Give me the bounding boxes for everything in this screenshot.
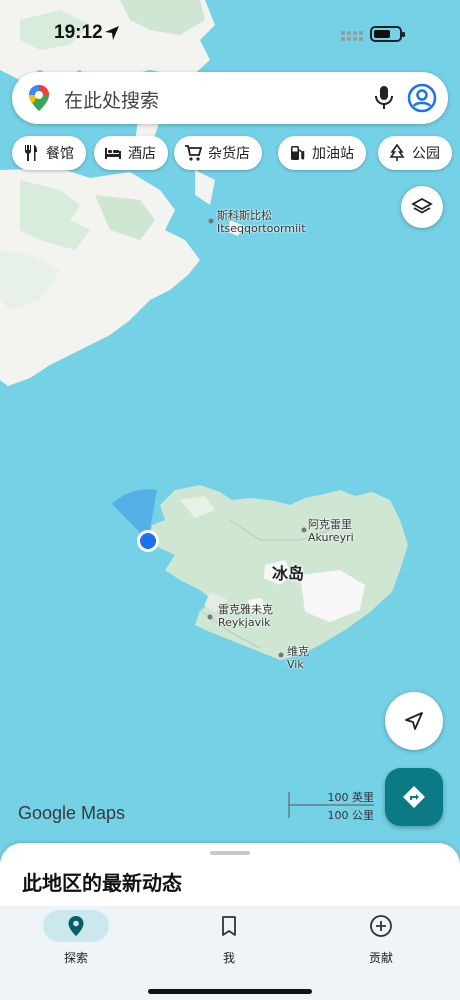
- fork-knife-icon: [25, 145, 37, 161]
- scale-bar: 100 英里 100 公里: [288, 788, 378, 822]
- chip-label: 酒店: [128, 146, 156, 162]
- directions-icon: [403, 786, 425, 808]
- scale-miles: 100 英里: [327, 791, 375, 804]
- category-chips: 餐馆 酒店 杂货店 加油站 公园: [12, 136, 460, 170]
- label-cn: 斯科斯比松: [217, 209, 272, 222]
- chip-label: 餐馆: [46, 146, 74, 162]
- navigate-button[interactable]: [385, 692, 443, 750]
- layers-button[interactable]: [401, 186, 443, 228]
- gas-station-icon: [291, 146, 305, 160]
- bottom-navigation: 探索 我 贡献: [0, 906, 460, 1000]
- chip-label: 加油站: [312, 146, 354, 162]
- search-bar[interactable]: 在此处搜索: [12, 72, 448, 124]
- status-time: 19:12: [54, 22, 103, 43]
- bed-icon: [105, 148, 121, 159]
- directions-button[interactable]: [385, 768, 443, 826]
- tab-explore[interactable]: 探索: [10, 906, 130, 976]
- home-indicator[interactable]: [148, 989, 312, 994]
- tab-icon-holder: [196, 910, 262, 942]
- tree-icon: [389, 144, 405, 161]
- location-pin-icon: [68, 916, 84, 936]
- search-input[interactable]: 在此处搜索: [64, 86, 159, 113]
- add-circle-icon: [370, 915, 392, 937]
- tab-active-indicator: [43, 910, 109, 942]
- sheet-drag-handle[interactable]: [210, 851, 250, 855]
- tab-icon-holder: [348, 910, 414, 942]
- tab-label: 探索: [63, 951, 88, 965]
- tab-label: 我: [222, 951, 235, 965]
- google-maps-watermark: Google Maps: [18, 803, 126, 823]
- bookmark-icon: [222, 916, 236, 936]
- sheet-title: 此地区的最新动态: [22, 871, 182, 895]
- label-en: Itseqqortoormiit: [217, 222, 306, 235]
- tab-label: 贡献: [368, 951, 393, 965]
- label-en: Reykjavik: [218, 616, 271, 629]
- scale-km: 100 公里: [327, 809, 375, 822]
- label-cn: 阿克雷里: [308, 518, 352, 531]
- label-en: Vik: [287, 658, 304, 671]
- map-label-iceland[interactable]: 冰岛: [272, 560, 304, 584]
- layers-icon: [411, 197, 433, 214]
- map-label-akureyri[interactable]: 阿克雷里 Akureyri: [308, 518, 354, 544]
- chip-restaurants[interactable]: 餐馆: [12, 136, 86, 170]
- label-cn: 维克: [287, 645, 309, 658]
- battery-icon: [370, 26, 405, 42]
- label-cn: 雷克雅未克: [218, 603, 273, 616]
- location-arrow-icon: [105, 26, 119, 40]
- mic-icon[interactable]: [373, 85, 395, 111]
- my-location-dot: [140, 533, 156, 549]
- status-bar: 19:12: [0, 0, 460, 66]
- signal-icon: [341, 31, 363, 41]
- map-label-itseqqortoormiit[interactable]: 斯科斯比松 Itseqqortoormiit: [217, 209, 306, 235]
- map-label-vik[interactable]: 维克 Vik: [287, 645, 309, 671]
- tab-contribute[interactable]: 贡献: [315, 906, 435, 976]
- label-en: Akureyri: [308, 531, 354, 544]
- chip-label: 公园: [412, 146, 440, 162]
- navigation-arrow-icon: [405, 712, 423, 730]
- google-maps-logo-icon: [29, 85, 49, 111]
- account-icon[interactable]: [407, 83, 437, 113]
- shopping-cart-icon: [185, 145, 202, 161]
- chip-gas-stations[interactable]: 加油站: [278, 136, 366, 170]
- chip-parks[interactable]: 公园: [378, 136, 452, 170]
- chip-hotels[interactable]: 酒店: [94, 136, 168, 170]
- tab-me[interactable]: 我: [163, 906, 283, 976]
- map-label-reykjavik[interactable]: 雷克雅未克 Reykjavik: [218, 603, 273, 629]
- chip-label: 杂货店: [208, 146, 250, 162]
- chip-groceries[interactable]: 杂货店: [174, 136, 262, 170]
